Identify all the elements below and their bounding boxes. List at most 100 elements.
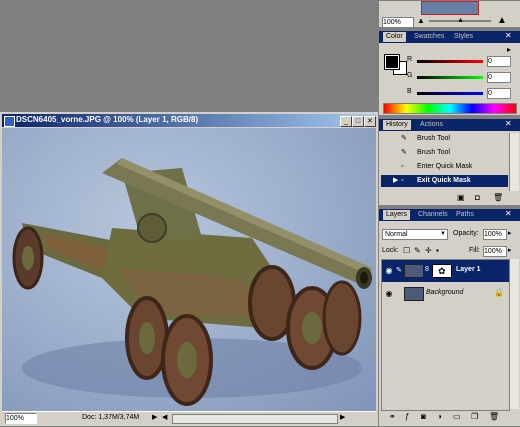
navigator-slider-thumb[interactable]: ▲: [457, 17, 464, 24]
lock-position-icon[interactable]: ✛: [425, 246, 432, 255]
tab-swatches[interactable]: Swatches: [411, 32, 447, 42]
photoshop-document-icon: [4, 116, 15, 127]
scroll-left-icon[interactable]: ◀: [162, 413, 167, 421]
status-menu-arrow-icon[interactable]: ▶: [152, 413, 157, 421]
color-spectrum-ramp[interactable]: [383, 103, 517, 114]
tab-actions[interactable]: Actions: [417, 120, 446, 130]
link-icon: 8: [425, 266, 429, 273]
channel-b-label: B: [407, 88, 412, 95]
history-scrollbar[interactable]: [509, 133, 519, 191]
history-panel: History Actions ✕ ✎ Brush Tool ✎ Brush T…: [378, 118, 520, 206]
scroll-right-icon[interactable]: ▶: [340, 413, 345, 421]
tab-history[interactable]: History: [383, 120, 411, 130]
trash-icon[interactable]: 🗑: [493, 193, 503, 202]
eye-icon[interactable]: ◉: [384, 266, 394, 276]
fill-field[interactable]: 100%: [483, 246, 507, 257]
horizontal-scrollbar[interactable]: [172, 414, 338, 424]
color-panel: Color Swatches Styles ✕ ▸ R 0 G 0 B 0: [378, 30, 520, 116]
blend-mode-select[interactable]: Normal ▼: [382, 229, 448, 240]
new-snapshot-icon[interactable]: ◘: [475, 193, 480, 202]
tab-paths[interactable]: Paths: [453, 210, 477, 220]
history-list: ✎ Brush Tool ✎ Brush Tool ▫ Enter Quick …: [381, 133, 508, 191]
history-item[interactable]: ✎ Brush Tool: [381, 147, 508, 159]
opacity-label: Opacity:: [453, 230, 479, 237]
layers-footer: ⚭ ƒ ◙ ◑ ▭ ❐ 🗑: [379, 412, 520, 424]
layers-scrollbar[interactable]: [509, 259, 519, 409]
tab-layers[interactable]: Layers: [383, 210, 411, 220]
lock-all-icon[interactable]: ▪: [436, 246, 439, 255]
layer-mask-thumbnail[interactable]: ✿: [432, 264, 452, 278]
opacity-field[interactable]: 100%: [483, 229, 507, 240]
channel-g-slider[interactable]: [417, 76, 483, 79]
elevation-gear: [137, 213, 167, 243]
channel-b-slider[interactable]: [417, 92, 483, 95]
panel-close-icon[interactable]: ✕: [505, 31, 512, 40]
new-document-from-state-icon[interactable]: ▣: [457, 193, 465, 202]
adjustment-layer-icon[interactable]: ◑: [437, 412, 442, 421]
layer-row-layer-1[interactable]: ◉ ✎ 8 ✿ Layer 1: [382, 260, 509, 282]
chevron-down-icon: ▼: [440, 231, 446, 237]
document-title: DSCN6405_vorne.JPG @ 100% (Layer 1, RGB/…: [16, 115, 199, 124]
zoom-out-icon[interactable]: ▲: [417, 16, 425, 25]
minimize-button[interactable]: _: [340, 116, 352, 127]
layer-thumbnail: [404, 264, 424, 278]
trash-icon[interactable]: 🗑: [489, 412, 499, 421]
layer-thumbnail: [404, 287, 424, 301]
new-layer-icon[interactable]: ❐: [471, 412, 478, 421]
document-statusbar: 100% Doc: 1,37M/3,74M ▶ ◀ ▶: [2, 411, 376, 425]
layer-style-icon[interactable]: ƒ: [405, 412, 409, 421]
new-group-icon[interactable]: ▭: [453, 412, 461, 421]
history-panel-tabbar: History Actions ✕: [379, 119, 520, 131]
layer-row-background[interactable]: ◉ Background 🔒: [382, 284, 509, 304]
image-canvas[interactable]: [2, 128, 376, 411]
zoom-in-icon[interactable]: ▲: [497, 15, 507, 26]
panel-close-icon[interactable]: ✕: [505, 119, 512, 128]
front-wheel-2-hub: [177, 342, 197, 378]
history-item-label: Exit Quick Mask: [417, 177, 471, 184]
opacity-arrow-icon[interactable]: ▸: [508, 229, 512, 237]
document-titlebar[interactable]: DSCN6405_vorne.JPG @ 100% (Layer 1, RGB/…: [2, 114, 376, 127]
link-layers-icon[interactable]: ⚭: [389, 412, 396, 421]
quick-mask-icon: ▫: [401, 177, 404, 184]
blend-mode-value: Normal: [385, 231, 408, 238]
document-window: DSCN6405_vorne.JPG @ 100% (Layer 1, RGB/…: [0, 112, 378, 426]
quick-mask-icon: ▫: [401, 163, 404, 170]
doc-size-info[interactable]: Doc: 1,37M/3,74M: [82, 414, 139, 421]
eye-icon[interactable]: ◉: [384, 289, 394, 299]
tab-styles[interactable]: Styles: [451, 32, 476, 42]
history-item[interactable]: ✎ Brush Tool: [381, 133, 508, 145]
channel-g-field[interactable]: 0: [487, 72, 511, 83]
layers-list: ◉ ✎ 8 ✿ Layer 1 ◉ Background 🔒: [381, 259, 510, 411]
tab-channels[interactable]: Channels: [415, 210, 451, 220]
lock-image-icon[interactable]: ✎: [414, 246, 421, 255]
history-item-selected[interactable]: ▶ ▫ Exit Quick Mask: [381, 175, 508, 187]
layer-name: Background: [426, 289, 464, 296]
artillery-photo: [12, 158, 372, 406]
layers-panel-tabbar: Layers Channels Paths ✕: [379, 209, 520, 221]
channel-r-slider[interactable]: [417, 60, 483, 63]
channel-b-field[interactable]: 0: [487, 88, 511, 99]
navigator-preview[interactable]: [421, 1, 479, 15]
panel-menu-icon[interactable]: ▸: [507, 45, 511, 54]
zoom-field[interactable]: 100%: [5, 413, 37, 424]
add-mask-icon[interactable]: ◙: [421, 412, 426, 421]
lock-transparency-icon[interactable]: ☐: [403, 246, 410, 255]
fill-label: Fill:: [469, 247, 480, 254]
panel-close-icon[interactable]: ✕: [505, 209, 512, 218]
close-button[interactable]: ✕: [364, 116, 376, 127]
front-wheel-1-hub: [139, 322, 155, 354]
fill-arrow-icon[interactable]: ▸: [508, 246, 512, 254]
channel-r-label: R: [407, 56, 413, 63]
maximize-button[interactable]: □: [352, 116, 364, 127]
brush-tool-icon: ✎: [401, 135, 407, 142]
navigator-panel: 100% ▲ ▲ ▲: [378, 0, 520, 28]
foreground-color-swatch[interactable]: [384, 54, 400, 70]
front-wheel-4-hub: [302, 312, 322, 344]
channel-r-field[interactable]: 0: [487, 56, 511, 67]
history-item[interactable]: ▫ Enter Quick Mask: [381, 161, 508, 173]
navigator-zoom-field[interactable]: 100%: [382, 17, 414, 28]
lock-icon: 🔒: [494, 288, 504, 297]
history-item-label: Brush Tool: [417, 149, 450, 156]
muzzle-bore: [360, 272, 368, 284]
tab-color[interactable]: Color: [383, 32, 406, 42]
